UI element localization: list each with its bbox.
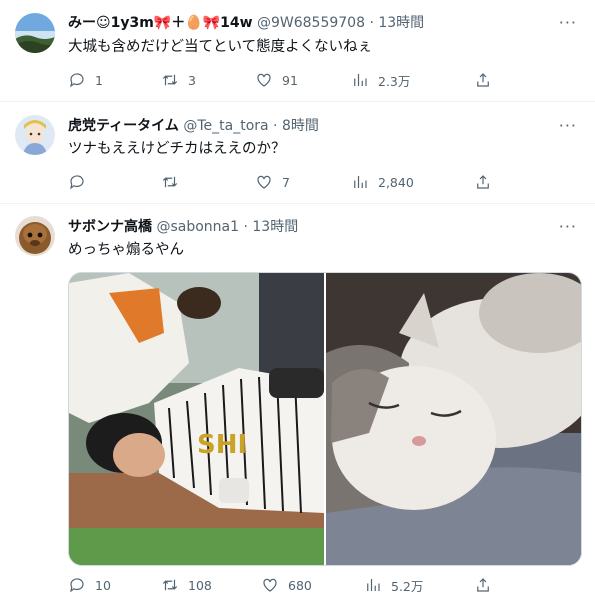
- reply-button[interactable]: 10: [68, 575, 111, 595]
- retweet-icon: [162, 579, 178, 591]
- reply-count: 10: [95, 577, 111, 593]
- action-bar: 10 108 680 5.2万: [68, 575, 595, 595]
- timestamp[interactable]: 13時間: [252, 219, 298, 235]
- tweet-text: ツナもええけどチカはええのか？: [68, 141, 286, 157]
- reply-icon: [70, 175, 84, 190]
- like-icon: [257, 175, 271, 189]
- user-handle[interactable]: @9W68559708: [257, 15, 365, 31]
- views-icon: [354, 176, 367, 188]
- user-handle[interactable]: @sabonna1: [156, 219, 239, 235]
- cat-photo[interactable]: [326, 273, 581, 565]
- like-count: 680: [288, 577, 312, 593]
- views-icon: [354, 74, 367, 86]
- avatar[interactable]: [15, 216, 55, 256]
- like-button[interactable]: 7: [255, 172, 290, 192]
- retweet-button[interactable]: 108: [161, 575, 212, 595]
- jersey-lettering: SHI: [197, 430, 247, 460]
- user-handle[interactable]: @Te_ta_tora: [183, 118, 268, 134]
- retweet-icon: [162, 74, 178, 86]
- avatar[interactable]: [15, 115, 55, 155]
- action-bar: 7 2,840: [68, 172, 595, 192]
- reply-icon: [70, 73, 84, 88]
- share-icon: [477, 73, 489, 87]
- like-count: 91: [282, 72, 298, 88]
- timestamp[interactable]: 8時間: [282, 118, 319, 134]
- like-button[interactable]: 91: [255, 70, 298, 90]
- retweet-icon: [162, 176, 178, 188]
- baseball-photo[interactable]: SHI: [69, 273, 324, 565]
- retweet-count: 3: [188, 72, 196, 88]
- separator: ·: [369, 15, 374, 31]
- separator: ·: [273, 118, 278, 134]
- avatar[interactable]: [15, 13, 55, 53]
- tweet-1[interactable]: みー☺1y3m🎀＋🥚🎀14w @9W68559708 · 13時間 ··· 大城…: [0, 0, 595, 102]
- retweet-count: 108: [188, 577, 212, 593]
- media-images: SHI: [69, 273, 581, 565]
- share-button[interactable]: [474, 172, 492, 192]
- reply-icon: [70, 578, 84, 593]
- timestamp[interactable]: 13時間: [378, 15, 424, 31]
- like-icon: [257, 73, 271, 87]
- display-name[interactable]: 虎党ティータイム: [68, 118, 179, 134]
- tweet-text: めっちゃ煽るやん: [68, 242, 184, 258]
- display-name[interactable]: みー☺1y3m🎀＋🥚🎀14w: [68, 15, 253, 31]
- views-button[interactable]: 2.3万: [351, 70, 410, 90]
- retweet-button[interactable]: 3: [161, 70, 196, 90]
- tweet-3[interactable]: サボンナ高橋 @sabonna1 · 13時間 ··· めっちゃ煽るやん SHI…: [0, 203, 595, 609]
- view-count: 5.2万: [391, 578, 424, 594]
- view-count: 2.3万: [378, 73, 411, 89]
- reply-button[interactable]: 1: [68, 70, 103, 90]
- share-icon: [477, 578, 489, 592]
- separator: ·: [243, 219, 248, 235]
- share-button[interactable]: [474, 575, 492, 595]
- tweet-text: 大城も含めだけど当てといて態度よくないねぇ: [68, 39, 373, 55]
- retweet-button[interactable]: [161, 172, 188, 192]
- media-grid[interactable]: SHI: [68, 272, 582, 566]
- views-icon: [367, 579, 380, 591]
- views-button[interactable]: 5.2万: [364, 575, 423, 595]
- share-button[interactable]: [474, 70, 492, 90]
- more-icon[interactable]: ···: [559, 217, 577, 236]
- view-count: 2,840: [378, 174, 414, 190]
- like-button[interactable]: 680: [261, 575, 312, 595]
- tweet-2[interactable]: 虎党ティータイム @Te_ta_tora · 8時間 ··· ツナもええけどチカ…: [0, 101, 595, 204]
- share-icon: [477, 175, 489, 189]
- reply-button[interactable]: [68, 172, 95, 192]
- action-bar: 1 3 91 2.3万: [68, 70, 595, 90]
- views-button[interactable]: 2,840: [351, 172, 414, 192]
- display-name[interactable]: サボンナ高橋: [68, 219, 152, 235]
- more-icon[interactable]: ···: [559, 116, 577, 135]
- like-count: 7: [282, 174, 290, 190]
- reply-count: 1: [95, 72, 103, 88]
- like-icon: [263, 578, 277, 592]
- more-icon[interactable]: ···: [559, 13, 577, 32]
